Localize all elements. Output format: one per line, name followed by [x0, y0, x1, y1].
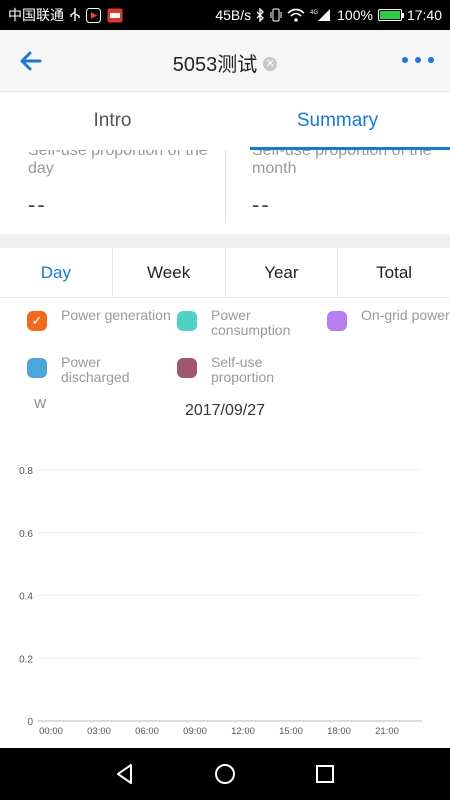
- period-year[interactable]: Year: [226, 248, 339, 297]
- x-tick-label: 03:00: [87, 726, 111, 737]
- x-tick-label: 21:00: [375, 726, 399, 737]
- period-total[interactable]: Total: [338, 248, 450, 297]
- x-tick-label: 06:00: [135, 726, 159, 737]
- divider: [225, 150, 226, 222]
- square-recents-icon[interactable]: [313, 762, 337, 786]
- bluetooth-icon: [256, 8, 265, 22]
- day-proportion-label: Self-use proportion of the day: [28, 150, 208, 177]
- news-app-icon: [107, 8, 123, 23]
- y-tick-label: 0.8: [19, 466, 33, 477]
- checkbox-icon[interactable]: [177, 311, 197, 331]
- more-dots-icon: [402, 57, 408, 63]
- usb-icon: [70, 8, 80, 22]
- legend-label: Power generation: [61, 307, 171, 323]
- vibrate-icon: [270, 8, 282, 22]
- page-title: 5053测试: [172, 54, 258, 76]
- x-tick-label: 00:00: [39, 726, 63, 737]
- section-gap: [0, 234, 450, 248]
- signal-icon: 4G: [310, 8, 332, 22]
- day-proportion-value: --: [28, 192, 47, 217]
- app-notification-icon: [86, 7, 101, 23]
- more-options-button[interactable]: [402, 57, 434, 65]
- period-week[interactable]: Week: [113, 248, 226, 297]
- circle-home-icon[interactable]: [213, 762, 237, 786]
- legend-power-generation[interactable]: ✓ Power generation: [27, 308, 171, 331]
- legend-label: Power discharged: [61, 354, 130, 385]
- month-proportion-label: Self-use proportion of the month: [252, 150, 432, 177]
- checkbox-checked-icon[interactable]: ✓: [27, 311, 47, 331]
- page-title-wrap: 5053测试 ✕: [0, 48, 450, 77]
- tab-summary[interactable]: Summary: [225, 92, 450, 150]
- clear-circle-icon[interactable]: ✕: [263, 56, 278, 71]
- month-proportion-card: Self-use proportion of the month --: [252, 150, 450, 218]
- month-proportion-value: --: [252, 192, 271, 217]
- status-bar: 中国联通 45B/s 4G 100% 17:40: [0, 0, 450, 30]
- triangle-back-icon[interactable]: [113, 762, 137, 786]
- legend-label: On-grid power: [361, 307, 450, 323]
- chart-date[interactable]: 2017/09/27: [0, 402, 450, 420]
- checkbox-icon[interactable]: [327, 311, 347, 331]
- legend-power-discharged[interactable]: Power discharged: [27, 355, 171, 385]
- battery-percent: 100%: [337, 7, 373, 23]
- y-tick-label: 0.4: [19, 592, 33, 603]
- tab-bar: Intro Summary: [0, 92, 450, 150]
- checkbox-icon[interactable]: [177, 358, 197, 378]
- period-day[interactable]: Day: [0, 248, 113, 297]
- day-proportion-card: Self-use proportion of the day --: [28, 150, 228, 218]
- net-speed: 45B/s: [215, 7, 252, 23]
- wifi-icon: [287, 8, 305, 22]
- chart-legend: ✓ Power generation Power consumption On-…: [0, 304, 450, 394]
- power-chart: 0 0.2 0.4 0.6 0.8 00:00 03:00 06:00 09:00 12:00 15…: [19, 466, 422, 737]
- legend-label: Power consumption: [211, 307, 291, 338]
- carrier-label: 中国联通: [8, 7, 64, 23]
- legend-self-use-proportion[interactable]: Self-use proportion: [177, 355, 321, 385]
- system-nav-bar: [0, 748, 450, 800]
- checkbox-icon[interactable]: [27, 358, 47, 378]
- x-tick-label: 09:00: [183, 726, 207, 737]
- y-tick-label: 0.2: [19, 654, 33, 665]
- tab-intro[interactable]: Intro: [0, 92, 225, 150]
- y-tick-label: 0: [27, 717, 33, 728]
- legend-power-consumption[interactable]: Power consumption: [177, 308, 321, 338]
- self-use-proportion-panel: Self-use proportion of the day -- Self-u…: [0, 150, 450, 234]
- x-tick-label: 15:00: [279, 726, 303, 737]
- legend-label: Self-use proportion: [211, 354, 275, 385]
- clock: 17:40: [406, 7, 442, 23]
- app-header: 5053测试 ✕: [0, 30, 450, 92]
- period-selector: Day Week Year Total: [0, 248, 450, 298]
- legend-on-grid-power[interactable]: On-grid power: [327, 308, 450, 331]
- y-tick-label: 0.6: [19, 529, 33, 540]
- battery-icon: [377, 9, 404, 21]
- x-tick-label: 12:00: [231, 726, 255, 737]
- network-type-label: 4G: [310, 10, 318, 16]
- x-tick-label: 18:00: [327, 726, 351, 737]
